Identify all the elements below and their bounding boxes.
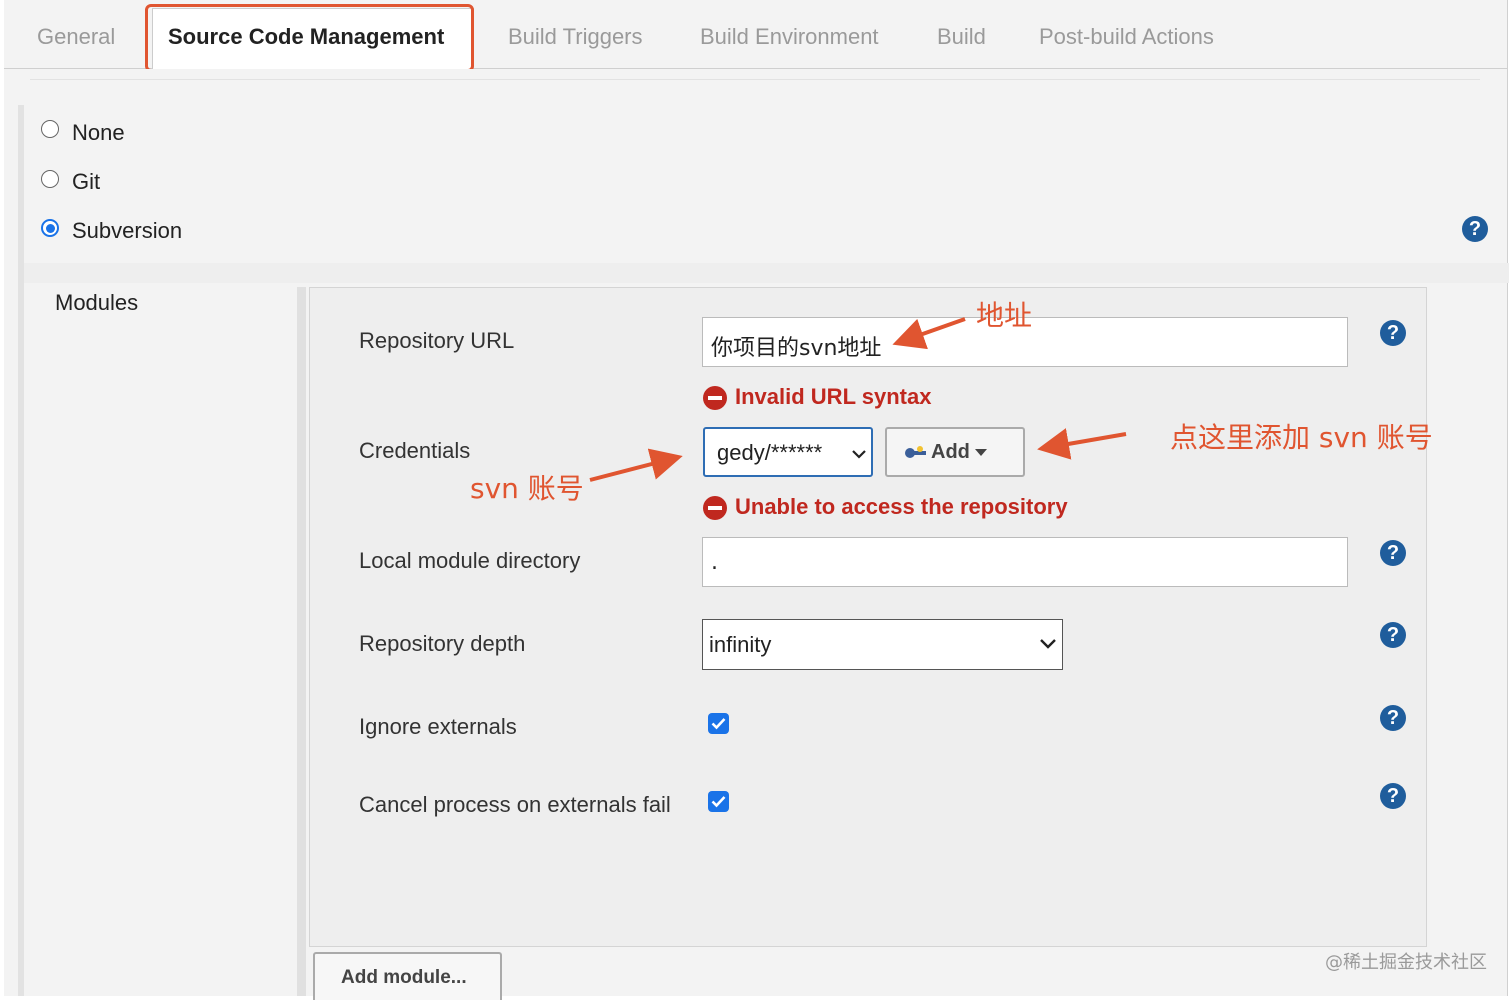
watermark: @稀土掘金技术社区 — [1325, 952, 1487, 973]
arrow-to-credentials — [589, 448, 683, 482]
annotation-arrows — [589, 317, 1127, 482]
arrow-to-add — [1037, 428, 1127, 460]
arrow-to-url — [892, 317, 966, 350]
